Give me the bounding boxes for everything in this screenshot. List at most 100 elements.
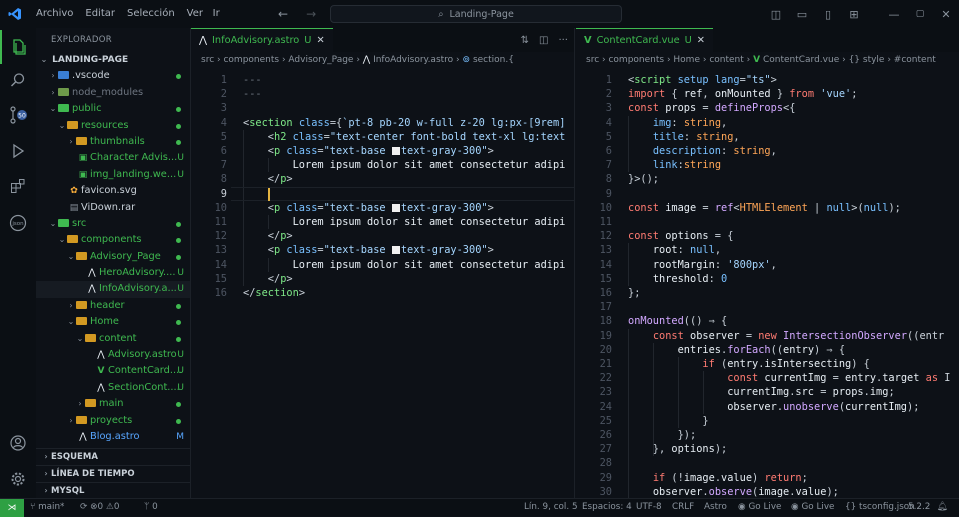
symbol-icon: ⊚ [462,55,471,65]
crumb[interactable]: ContentCard.vue [763,55,839,65]
section-mysql[interactable]: › MYSQL [36,482,190,498]
tree-item[interactable]: ▣ img_landing.we... U [36,167,190,183]
run-debug-icon[interactable] [0,134,36,168]
crumb[interactable]: Advisory_Page [288,55,353,65]
tree-item[interactable]: › main [36,396,190,412]
tree-item[interactable]: ⋀ SectionCont.... U [36,380,190,396]
tsconfig[interactable]: {} tsconfig.json [845,499,915,516]
tree-item[interactable]: ⋀ Blog.astro M [36,429,190,445]
go-live-1[interactable]: ◉ Go Live [738,499,781,516]
crumb[interactable]: section.{ [473,55,514,65]
toggle-secondary-sidebar-icon[interactable]: ▯ [815,8,841,21]
cursor-position[interactable]: Lín. 9, col. 5 [524,499,578,516]
ports-indicator[interactable]: ᛘ 0 [144,499,158,516]
code-line: if (!image.value) return; [628,471,808,485]
tree-item[interactable]: ▤ ViDown.rar [36,200,190,216]
customize-layout-icon[interactable]: ⊞ [841,8,867,21]
menu-editar[interactable]: Editar [79,0,121,28]
crumb[interactable]: {} style [849,55,885,65]
tree-item[interactable]: ⌄ content [36,331,190,347]
tree-item[interactable]: › .vscode [36,68,190,84]
tree-item[interactable]: ⌄ components [36,232,190,248]
file-tree: › .vscode › node_modules ⌄ public ⌄ resources › t… [36,68,190,445]
tree-item[interactable]: ⋀ HeroAdvisory.... U [36,265,190,281]
problems-indicator[interactable]: ⟳ ⊗0 ⚠0 [80,499,119,516]
go-live-2[interactable]: ◉ Go Live [791,499,834,516]
code-token: options [665,230,709,243]
crumb[interactable]: #content [894,55,936,65]
tree-item[interactable]: ⋀ InfoAdvisory.a... U [36,281,190,298]
forward-arrow-icon[interactable]: → [306,7,316,21]
tree-item[interactable]: ▣ Character Advis... U [36,150,190,166]
breadcrumb-right: src › components › Home › content › V Co… [586,55,936,65]
close-tab-icon[interactable]: ✕ [316,35,324,46]
menu-archivo[interactable]: Archivo [30,0,79,28]
workspace-root[interactable]: ⌄ LANDING-PAGE [36,52,190,68]
toggle-sidebar-icon[interactable]: ▭ [789,8,815,21]
extensions-icon[interactable] [0,169,36,203]
modified-dot [176,74,181,80]
tree-item[interactable]: › node_modules [36,85,190,101]
toggle-panel-icon[interactable]: ◫ [763,8,789,21]
tree-item[interactable]: › proyects [36,413,190,429]
crumb[interactable]: InfoAdvisory.astro [373,55,453,65]
back-arrow-icon[interactable]: ← [278,7,288,21]
explorer-sidebar: EXPLORADOR ⌄ LANDING-PAGE › .vscode › node_… [36,28,191,498]
line-number: 17 [599,301,612,314]
color-swatch [391,203,400,212]
crumb[interactable]: content [709,55,743,65]
account-icon[interactable] [0,426,36,460]
tree-item[interactable]: › thumbnails [36,134,190,150]
branch-indicator[interactable]: ⑂ main* [30,499,64,516]
close-tab-icon[interactable]: ✕ [697,35,705,46]
menu-seleccion[interactable]: Selección [121,0,181,28]
maximize-icon[interactable]: ▢ [907,9,933,19]
code-token: observer [652,485,703,498]
indentation[interactable]: Espacios: 4 [582,499,632,516]
split-editor-icon[interactable]: ◫ [539,35,548,46]
notifications-bell-icon[interactable]: 🔔︎ [937,499,948,516]
crumb[interactable]: components [223,55,279,65]
ts-version[interactable]: 5.2.2 [908,499,930,516]
search-icon[interactable] [0,63,36,97]
tree-item[interactable]: ⌄ Advisory_Page [36,249,190,265]
code-token: image [758,485,790,498]
crumb[interactable]: src [586,55,599,65]
tree-item[interactable]: ✿ favicon.svg [36,183,190,199]
language-mode[interactable]: Astro [704,499,727,516]
compare-changes-icon[interactable]: ⇅ [521,35,529,46]
tab-contentcard[interactable]: V ContentCard.vue U ✕ [576,28,714,52]
code-token: link [652,159,678,172]
tree-item[interactable]: ⌄ Home [36,314,190,330]
encoding[interactable]: UTF-8 [636,499,662,516]
crumb[interactable]: src [201,55,214,65]
crumb[interactable]: components [608,55,664,65]
tree-item[interactable]: › header [36,298,190,314]
crumb[interactable]: Home [673,55,700,65]
section-timeline[interactable]: › LÍNEA DE TIEMPO [36,465,190,481]
folder-icon [58,87,69,96]
tab-infoadvisory[interactable]: ⋀ InfoAdvisory.astro U ✕ [191,28,333,52]
json-icon[interactable]: json [0,206,36,240]
settings-gear-icon[interactable] [0,462,36,496]
command-center-search[interactable]: ⌕ Landing-Page [330,5,622,23]
tree-item[interactable]: V ContentCard.... U [36,363,190,379]
remote-icon[interactable]: ⋊ [0,499,24,517]
line-number: 1 [605,74,612,86]
modified-dot [176,336,181,342]
tree-item[interactable]: ⌄ public [36,101,190,117]
menu-ir[interactable]: Ir [207,0,221,28]
minimize-icon[interactable]: — [881,8,907,21]
menu-ver[interactable]: Ver [181,0,207,28]
section-outline[interactable]: › ESQUEMA [36,448,190,464]
more-actions-icon[interactable]: ··· [558,35,568,46]
tree-item[interactable]: ⋀ Advisory.astro U [36,347,190,363]
tree-item[interactable]: ⌄ resources [36,118,190,134]
close-icon[interactable]: ✕ [933,8,959,21]
line-ending[interactable]: CRLF [672,499,694,516]
source-control-icon[interactable]: 50 [0,98,36,132]
explorer-icon[interactable] [0,30,36,64]
tree-item[interactable]: ⌄ src [36,216,190,232]
tab-bar-left: ⋀ InfoAdvisory.astro U ✕ ⇅ ◫ ··· [191,28,574,52]
